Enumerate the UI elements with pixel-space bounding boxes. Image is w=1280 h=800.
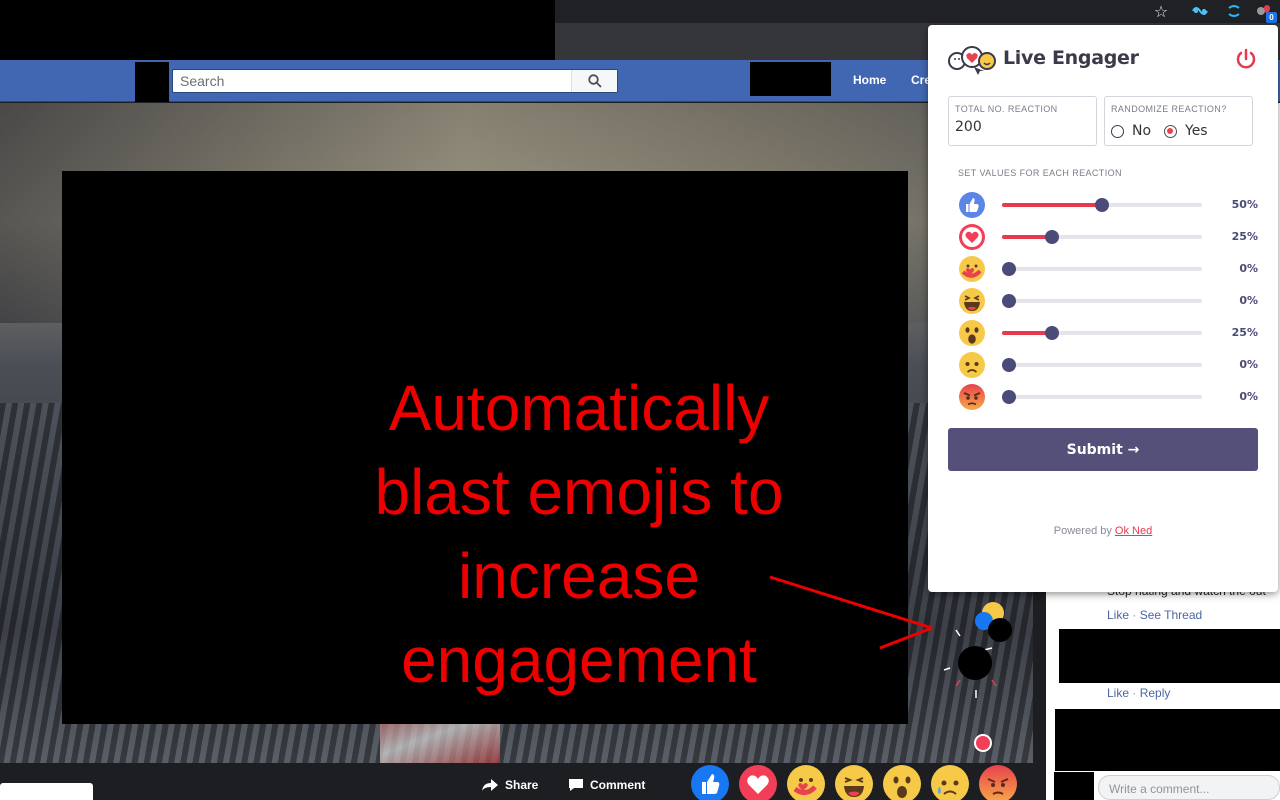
angry-reaction-button[interactable]: [979, 765, 1017, 800]
overlay-caption: Automatically blast emojis to increase e…: [374, 372, 784, 696]
extension-icon-1[interactable]: [1190, 2, 1210, 20]
ok-ned-link[interactable]: Ok Ned: [1115, 525, 1152, 537]
wow-slider[interactable]: [1002, 326, 1202, 340]
search-icon: [587, 74, 602, 88]
search-input[interactable]: [173, 70, 573, 92]
live-engager-popup: Live Engager TOTAL NO. REACTION RANDOMIZ…: [928, 25, 1278, 592]
wow-percent: 25%: [1231, 326, 1258, 339]
screen: ☆ 0 Home Cre Automatically blast emojis …: [0, 0, 1280, 800]
radio-circle: [1111, 124, 1124, 138]
powered-by: Powered by Ok Ned: [928, 525, 1278, 537]
reaction-row-sad: 0%: [958, 350, 1258, 380]
search-box: [172, 69, 618, 93]
redacted-comment: [1055, 709, 1280, 771]
reaction-row-angry: 0%: [958, 382, 1258, 412]
redacted-logo: [135, 62, 169, 102]
love-icon: [958, 223, 986, 251]
randomize-field: RANDOMIZE REACTION? No Yes: [1104, 96, 1253, 146]
love-slider[interactable]: [1002, 230, 1202, 244]
slider-handle[interactable]: [1002, 262, 1016, 276]
like-percent: 50%: [1231, 198, 1258, 211]
total-reaction-label: TOTAL NO. REACTION: [955, 104, 1058, 114]
angry-slider[interactable]: [1002, 390, 1202, 404]
haha-slider[interactable]: [1002, 294, 1202, 308]
slider-handle[interactable]: [1095, 198, 1109, 212]
sad-percent: 0%: [1239, 358, 1258, 371]
randomize-no-radio[interactable]: No: [1111, 123, 1151, 139]
redacted-avatar: [1054, 772, 1094, 800]
like-link[interactable]: Like: [1107, 686, 1129, 700]
redacted-avatar: [988, 618, 1012, 642]
slider-fill: [1002, 203, 1102, 207]
nav-home[interactable]: Home: [853, 73, 886, 87]
care-slider[interactable]: [1002, 262, 1202, 276]
redacted-comment: [1059, 629, 1280, 683]
reply-link[interactable]: Reply: [1140, 686, 1171, 700]
total-reaction-field: TOTAL NO. REACTION: [948, 96, 1097, 146]
slider-handle[interactable]: [1002, 390, 1016, 404]
care-percent: 0%: [1239, 262, 1258, 275]
reaction-row-love: 25%: [958, 222, 1258, 252]
sad-slider[interactable]: [1002, 358, 1202, 372]
redacted-region: [0, 0, 555, 60]
haha-icon: [958, 287, 986, 315]
powered-prefix: Powered by: [1053, 525, 1112, 537]
power-button[interactable]: [1234, 47, 1258, 71]
redacted-avatar: [958, 646, 992, 680]
popup-title: Live Engager: [1003, 47, 1139, 69]
video-controls-strip: [0, 783, 93, 800]
wow-icon: [958, 319, 986, 347]
browser-toolbar: [555, 0, 1280, 23]
comment-icon: [569, 779, 583, 791]
care-reaction-button[interactable]: [787, 765, 825, 800]
angry-icon: [958, 383, 986, 411]
see-thread-link[interactable]: See Thread: [1140, 608, 1203, 622]
slider-handle[interactable]: [1045, 326, 1059, 340]
power-icon: [1236, 48, 1256, 69]
reaction-row-like: 50%: [958, 190, 1258, 220]
like-slider[interactable]: [1002, 198, 1202, 212]
radio-label: No: [1132, 123, 1152, 139]
section-label: SET VALUES FOR EACH REACTION: [958, 168, 1122, 178]
submit-button[interactable]: Submit →: [948, 428, 1258, 471]
share-button[interactable]: Share: [481, 778, 538, 792]
total-reaction-input[interactable]: [955, 119, 1075, 135]
comment-actions: Like · Reply: [1107, 686, 1171, 700]
star-icon[interactable]: ☆: [1151, 2, 1171, 21]
share-icon: [482, 779, 498, 791]
wow-reaction-button[interactable]: [883, 765, 921, 800]
redacted-profile[interactable]: [750, 62, 831, 96]
randomize-yes-radio[interactable]: Yes: [1164, 123, 1208, 139]
sad-reaction-button[interactable]: [931, 765, 969, 800]
love-reaction-button[interactable]: [739, 765, 777, 800]
randomize-label: RANDOMIZE REACTION?: [1111, 104, 1227, 114]
like-icon: [958, 191, 986, 219]
extension-badge: 0: [1266, 12, 1277, 23]
slider-handle[interactable]: [1002, 294, 1016, 308]
comment-button[interactable]: Comment: [568, 778, 645, 792]
extension-icon-2[interactable]: [1224, 2, 1244, 20]
like-reaction-button[interactable]: [691, 765, 729, 800]
comment-label: Comment: [590, 778, 646, 792]
radio-label: Yes: [1185, 123, 1208, 139]
slider-handle[interactable]: [1045, 230, 1059, 244]
search-button[interactable]: [571, 70, 617, 92]
share-label: Share: [505, 778, 539, 792]
love-percent: 25%: [1231, 230, 1258, 243]
angry-percent: 0%: [1239, 390, 1258, 403]
floating-love-reaction: [974, 734, 992, 752]
haha-reaction-button[interactable]: [835, 765, 873, 800]
reaction-row-haha: 0%: [958, 286, 1258, 316]
live-engager-logo-icon: [948, 46, 996, 75]
sad-icon: [958, 351, 986, 379]
comment-actions: Like · See Thread: [1107, 608, 1203, 622]
like-link[interactable]: Like: [1107, 608, 1129, 622]
write-comment-input[interactable]: Write a comment...: [1098, 775, 1280, 800]
slider-handle[interactable]: [1002, 358, 1016, 372]
care-icon: [958, 255, 986, 283]
haha-percent: 0%: [1239, 294, 1258, 307]
reaction-row-wow: 25%: [958, 318, 1258, 348]
reaction-row-care: 0%: [958, 254, 1258, 284]
radio-circle-selected: [1164, 124, 1177, 138]
